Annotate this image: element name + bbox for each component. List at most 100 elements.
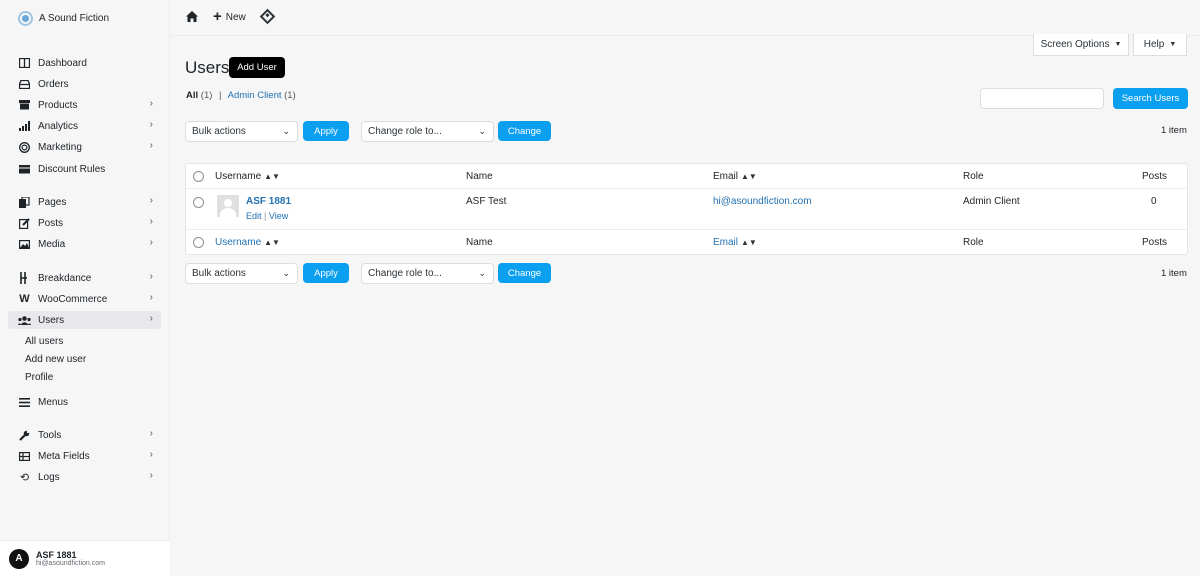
sidebar-item-woocommerce[interactable]: W WooCommerce › <box>8 290 161 308</box>
sidebar-item-users[interactable]: Users › <box>8 311 161 329</box>
orders-icon <box>18 78 31 91</box>
sidebar-item-media[interactable]: Media › <box>8 235 161 253</box>
column-email[interactable]: Email ▲▼ <box>713 171 757 182</box>
column-email-label: Email <box>713 171 739 182</box>
bulk-actions-select-top[interactable]: Bulk actions ⌄ <box>185 121 298 142</box>
sort-icon: ▲▼ <box>264 172 280 181</box>
column-username-footer[interactable]: Username ▲▼ <box>215 237 280 248</box>
sidebar-item-meta-fields[interactable]: Meta Fields › <box>8 447 161 465</box>
new-button[interactable]: + New <box>213 9 246 24</box>
sidebar-item-breakdance[interactable]: Breakdance › <box>8 269 161 287</box>
row-username-link[interactable]: ASF 1881 <box>246 196 291 207</box>
chevron-right-icon: › <box>149 313 153 324</box>
logs-icon: ⟲ <box>19 471 30 484</box>
sidebar-item-label: WooCommerce <box>38 293 108 305</box>
select-all-checkbox-footer[interactable] <box>193 237 204 248</box>
sidebar-item-tools[interactable]: Tools › <box>8 426 161 444</box>
brand-name: A Sound Fiction <box>39 13 110 24</box>
submenu-profile[interactable]: Profile <box>25 372 53 383</box>
row-checkbox[interactable] <box>193 197 204 208</box>
column-role: Role <box>963 171 984 182</box>
sidebar-item-label: Media <box>38 238 66 250</box>
row-actions: Edit | View <box>246 211 288 221</box>
sidebar-item-label: Products <box>38 99 78 111</box>
sidebar-item-marketing[interactable]: Marketing › <box>8 138 161 156</box>
marketing-icon <box>18 141 31 154</box>
chevron-down-icon: ⌄ <box>478 268 486 278</box>
select-all-checkbox[interactable] <box>193 171 204 182</box>
filter-all-count: (1) <box>200 90 213 101</box>
bulk-actions-label: Bulk actions <box>192 268 246 279</box>
apply-button-top[interactable]: Apply <box>303 121 349 141</box>
sidebar-item-products[interactable]: Products › <box>8 96 161 114</box>
row-view-link[interactable]: View <box>269 211 288 221</box>
sidebar-item-posts[interactable]: Posts › <box>8 214 161 232</box>
sidebar-item-orders[interactable]: Orders <box>8 75 161 93</box>
breakdance-icon <box>18 272 31 285</box>
column-email-footer[interactable]: Email ▲▼ <box>713 237 757 248</box>
chevron-right-icon: › <box>149 470 153 481</box>
discount-icon <box>18 163 31 176</box>
sidebar-item-logs[interactable]: ⟲ Logs › <box>8 468 161 486</box>
chevron-down-icon: ⌄ <box>282 126 290 136</box>
chevron-right-icon: › <box>149 216 153 227</box>
column-role-footer: Role <box>963 237 984 248</box>
filter-all[interactable]: All <box>186 90 198 101</box>
sidebar-item-label: Discount Rules <box>38 163 106 175</box>
chevron-right-icon: › <box>149 195 153 206</box>
sidebar-item-dashboard[interactable]: Dashboard <box>8 54 161 72</box>
search-users-button[interactable]: Search Users <box>1113 88 1188 109</box>
screen-options-button[interactable]: Screen Options ▼ <box>1033 34 1129 56</box>
column-username-label: Username <box>215 237 262 248</box>
submenu-all-users[interactable]: All users <box>25 336 63 347</box>
users-icon <box>18 314 31 327</box>
bulk-actions-select-bottom[interactable]: Bulk actions ⌄ <box>185 263 298 284</box>
users-table: Username ▲▼ Name Email ▲▼ Role Posts ASF 1… <box>185 163 1188 255</box>
sort-icon: ▲▼ <box>741 238 757 247</box>
apply-button-bottom[interactable]: Apply <box>303 263 349 283</box>
help-button[interactable]: Help ▼ <box>1133 34 1187 56</box>
sidebar-item-analytics[interactable]: Analytics › <box>8 117 161 135</box>
sidebar-item-label: Pages <box>38 196 67 208</box>
page-title: Users <box>185 58 230 77</box>
search-input[interactable] <box>980 88 1104 109</box>
posts-icon <box>18 217 31 230</box>
sidebar-item-label: Logs <box>38 471 60 483</box>
chevron-down-icon: ⌄ <box>478 126 486 136</box>
change-role-label: Change role to... <box>368 268 442 279</box>
change-role-select-bottom[interactable]: Change role to... ⌄ <box>361 263 494 284</box>
current-user-box[interactable]: A ASF 1881 hi@asoundfiction.com <box>0 540 170 576</box>
item-count-top: 1 item <box>1161 125 1187 136</box>
role-filter-links: All (1) | Admin Client (1) <box>186 90 296 101</box>
brand[interactable]: A Sound Fiction <box>18 11 109 26</box>
chevron-right-icon: › <box>149 119 153 130</box>
meta-fields-icon <box>18 450 31 463</box>
column-username[interactable]: Username ▲▼ <box>215 171 280 182</box>
table-row: ASF 1881 Edit | View ASF Test hi@asoundf… <box>186 189 1187 230</box>
sidebar-item-pages[interactable]: Pages › <box>8 193 161 211</box>
sidebar-item-label: Tools <box>38 429 62 441</box>
filter-admin-client[interactable]: Admin Client <box>228 90 282 101</box>
products-icon <box>18 99 31 112</box>
new-label: New <box>225 11 246 23</box>
column-posts-footer: Posts <box>1142 237 1168 248</box>
row-edit-link[interactable]: Edit <box>246 211 262 221</box>
add-user-button[interactable]: Add User <box>229 57 285 78</box>
sort-icon: ▲▼ <box>264 238 280 247</box>
chevron-right-icon: › <box>149 98 153 109</box>
filter-admin-count: (1) <box>284 90 296 101</box>
sidebar-item-discount-rules[interactable]: Discount Rules <box>8 160 161 178</box>
change-button-top[interactable]: Change <box>498 121 551 141</box>
change-role-select-top[interactable]: Change role to... ⌄ <box>361 121 494 142</box>
chevron-right-icon: › <box>149 449 153 460</box>
media-icon <box>18 238 31 251</box>
home-icon[interactable] <box>186 11 198 25</box>
change-button-bottom[interactable]: Change <box>498 263 551 283</box>
row-email-link[interactable]: hi@asoundfiction.com <box>713 196 812 207</box>
chevron-down-icon: ⌄ <box>282 268 290 278</box>
breakdance-diamond-icon[interactable] <box>259 8 276 25</box>
sidebar-item-menus[interactable]: Menus <box>8 393 161 411</box>
submenu-add-new-user[interactable]: Add new user <box>25 354 86 365</box>
pages-icon <box>18 196 31 209</box>
sidebar-item-label: Meta Fields <box>38 450 90 462</box>
